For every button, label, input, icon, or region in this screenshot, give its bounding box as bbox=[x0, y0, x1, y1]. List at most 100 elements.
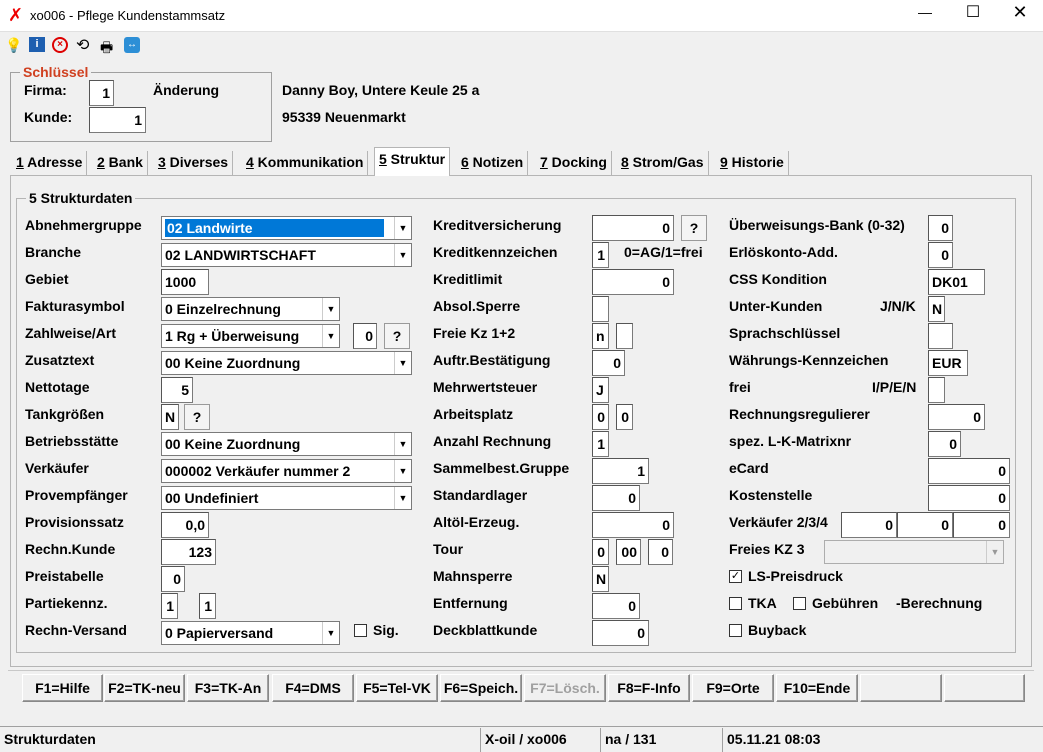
mehrwertsteuer-field[interactable]: J bbox=[592, 377, 609, 403]
ueberweisungsbank-field[interactable]: 0 bbox=[928, 215, 953, 241]
f7-button[interactable]: F7=Lösch. bbox=[524, 674, 606, 702]
f6-button[interactable]: F6=Speich. bbox=[440, 674, 522, 702]
abnehmergruppe-select[interactable]: 02 Landwirte ▼ bbox=[161, 216, 412, 240]
preistabelle-field[interactable]: 0 bbox=[161, 566, 185, 592]
sig-checkbox[interactable] bbox=[354, 624, 367, 637]
erloeskonto-field[interactable]: 0 bbox=[928, 242, 953, 268]
f10-button[interactable]: F10=Ende bbox=[776, 674, 858, 702]
gebiet-label: Gebiet bbox=[25, 271, 69, 287]
tab-diverses[interactable]: 3 Diverses bbox=[154, 151, 234, 175]
entfernung-field[interactable]: 0 bbox=[592, 593, 640, 619]
zusatztext-select[interactable]: 00 Keine Zuordnung ▼ bbox=[161, 351, 412, 375]
cancel-icon[interactable]: × bbox=[52, 37, 68, 53]
arbeitsplatz-label: Arbeitsplatz bbox=[433, 406, 514, 422]
gebiet-field[interactable]: 1000 bbox=[161, 269, 209, 295]
rechn-kunde-field[interactable]: 123 bbox=[161, 539, 216, 565]
kreditkennzeichen-field[interactable]: 1 bbox=[592, 242, 609, 268]
kreditversicherung-help-button[interactable]: ? bbox=[681, 215, 707, 241]
f11-button[interactable] bbox=[860, 674, 942, 702]
absol-sperre-field[interactable] bbox=[592, 296, 609, 322]
f5-button[interactable]: F5=Tel-VK bbox=[356, 674, 438, 702]
maximize-icon[interactable]: ☐ bbox=[958, 2, 988, 24]
f9-button[interactable]: F9=Orte bbox=[692, 674, 774, 702]
provempfaenger-select[interactable]: 00 Undefiniert ▼ bbox=[161, 486, 412, 510]
lightbulb-icon[interactable]: 💡 bbox=[5, 37, 22, 54]
f2-button[interactable]: F2=TK-neu bbox=[104, 674, 185, 702]
kreditlimit-field[interactable]: 0 bbox=[592, 269, 674, 295]
ls-preisdruck-checkbox[interactable]: ✓ bbox=[729, 570, 742, 583]
partiekennz-field-2[interactable]: 1 bbox=[199, 593, 216, 619]
zahlweise-help-button[interactable]: ? bbox=[384, 323, 410, 349]
verkaeufer3-field[interactable]: 0 bbox=[897, 512, 953, 538]
kostenstelle-field[interactable]: 0 bbox=[928, 485, 1010, 511]
f4-button[interactable]: F4=DMS bbox=[272, 674, 354, 702]
print-icon[interactable]: 🖶 bbox=[100, 37, 113, 61]
tankgroessen-field[interactable]: N bbox=[161, 404, 179, 430]
kreditversicherung-field[interactable]: 0 bbox=[592, 215, 674, 241]
sammelbest-field[interactable]: 1 bbox=[592, 458, 649, 484]
minimize-icon[interactable]: — bbox=[910, 4, 940, 26]
provisionssatz-field[interactable]: 0,0 bbox=[161, 512, 209, 538]
f3-button[interactable]: F3=TK-An bbox=[187, 674, 269, 702]
gebuehren-checkbox[interactable] bbox=[793, 597, 806, 610]
partiekennz-field-1[interactable]: 1 bbox=[161, 593, 178, 619]
branche-select[interactable]: 02 LANDWIRTSCHAFT ▼ bbox=[161, 243, 412, 267]
f8-button[interactable]: F8=F-Info bbox=[608, 674, 690, 702]
mahnsperre-field[interactable]: N bbox=[592, 566, 609, 592]
rechnungsregulierer-field[interactable]: 0 bbox=[928, 404, 985, 430]
tab-strom-gas[interactable]: 8 Strom/Gas bbox=[617, 151, 709, 175]
sprachschluessel-field[interactable] bbox=[928, 323, 953, 349]
frei-field[interactable] bbox=[928, 377, 945, 403]
anzahl-rechnung-field[interactable]: 1 bbox=[592, 431, 609, 457]
kunde-field[interactable]: 1 bbox=[89, 107, 146, 133]
tab-notizen[interactable]: 6 Notizen bbox=[457, 151, 529, 175]
mehrwertsteuer-label: Mehrwertsteuer bbox=[433, 379, 538, 395]
altoel-field[interactable]: 0 bbox=[592, 512, 674, 538]
freie-kz-field-2[interactable] bbox=[616, 323, 633, 349]
address-line1: Danny Boy, Untere Keule 25 a bbox=[282, 82, 480, 98]
verkaeufer2-field[interactable]: 0 bbox=[841, 512, 897, 538]
arbeitsplatz-field-2[interactable]: 0 bbox=[616, 404, 633, 430]
deckblattkunde-field[interactable]: 0 bbox=[592, 620, 649, 646]
tab-adresse[interactable]: 1 Adresse bbox=[12, 151, 88, 175]
verkaeufer4-field[interactable]: 0 bbox=[953, 512, 1010, 538]
freies-kz3-select[interactable]: ▼ bbox=[824, 540, 1004, 564]
rechn-versand-select[interactable]: 0 Papierversand ▼ bbox=[161, 621, 340, 645]
absol-sperre-label: Absol.Sperre bbox=[433, 298, 521, 314]
tka-checkbox[interactable] bbox=[729, 597, 742, 610]
fakturasymbol-select[interactable]: 0 Einzelrechnung ▼ bbox=[161, 297, 340, 321]
tab-bank[interactable]: 2 Bank bbox=[93, 151, 148, 175]
close-icon[interactable]: ✕ bbox=[1005, 2, 1035, 24]
tab-docking[interactable]: 7 Docking bbox=[536, 151, 612, 175]
betriebsstaette-select[interactable]: 00 Keine Zuordnung ▼ bbox=[161, 432, 412, 456]
remote-icon[interactable]: ↔ bbox=[124, 37, 140, 53]
zahlweise-select[interactable]: 1 Rg + Überweisung ▼ bbox=[161, 324, 340, 348]
tour-field-1[interactable]: 0 bbox=[592, 539, 609, 565]
zahlweise-art-field[interactable]: 0 bbox=[353, 323, 377, 349]
nettotage-field[interactable]: 5 bbox=[161, 377, 193, 403]
tour-field-3[interactable]: 0 bbox=[648, 539, 673, 565]
refresh-icon[interactable]: ⟲ bbox=[76, 35, 89, 54]
f1-button[interactable]: F1=Hilfe bbox=[22, 674, 103, 702]
tab-struktur[interactable]: 5 Struktur bbox=[374, 147, 451, 176]
firma-field[interactable]: 1 bbox=[89, 80, 114, 106]
info-icon[interactable]: i bbox=[29, 37, 45, 52]
deckblattkunde-label: Deckblattkunde bbox=[433, 622, 538, 638]
arbeitsplatz-field-1[interactable]: 0 bbox=[592, 404, 609, 430]
css-kondition-field[interactable]: DK01 bbox=[928, 269, 985, 295]
f12-button[interactable] bbox=[944, 674, 1025, 702]
auftr-bestaetigung-field[interactable]: 0 bbox=[592, 350, 625, 376]
tab-kommunikation[interactable]: 4 Kommunikation bbox=[242, 151, 369, 175]
buyback-checkbox[interactable] bbox=[729, 624, 742, 637]
ecard-field[interactable]: 0 bbox=[928, 458, 1010, 484]
standardlager-field[interactable]: 0 bbox=[592, 485, 640, 511]
tour-field-2[interactable]: 00 bbox=[616, 539, 641, 565]
verkaeufer-select[interactable]: 000002 Verkäufer nummer 2 ▼ bbox=[161, 459, 412, 483]
tankgroessen-help-button[interactable]: ? bbox=[184, 404, 210, 430]
anzahl-rechnung-label: Anzahl Rechnung bbox=[433, 433, 552, 449]
tab-historie[interactable]: 9 Historie bbox=[716, 151, 789, 175]
waehrung-field[interactable]: EUR bbox=[928, 350, 968, 376]
spez-lk-field[interactable]: 0 bbox=[928, 431, 961, 457]
unter-kunden-field[interactable]: N bbox=[928, 296, 945, 322]
freie-kz-field-1[interactable]: n bbox=[592, 323, 609, 349]
